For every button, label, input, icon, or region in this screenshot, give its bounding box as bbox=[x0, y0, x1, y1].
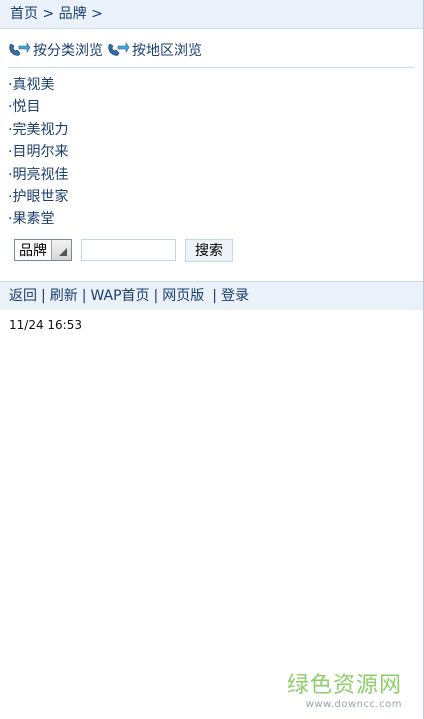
divider bbox=[8, 67, 414, 68]
list-item: ·目明尔来 bbox=[8, 141, 68, 163]
search-type-select[interactable]: 品牌 bbox=[14, 239, 72, 261]
search-input[interactable] bbox=[81, 239, 176, 261]
nav-separator: | bbox=[81, 288, 87, 304]
breadcrumb-separator: > bbox=[38, 6, 59, 22]
watermark-url: www.downcc.com bbox=[305, 699, 402, 710]
brand-link[interactable]: 完美视力 bbox=[12, 122, 68, 138]
browse-by-category-label: 按分类浏览 bbox=[33, 43, 103, 59]
web-version-link[interactable]: 网页版 bbox=[162, 288, 204, 304]
breadcrumb-current: 品牌 bbox=[58, 6, 87, 22]
back-link[interactable]: 返回 bbox=[9, 288, 37, 304]
wap-home-link[interactable]: WAP首页 bbox=[90, 288, 149, 304]
breadcrumb-separator: > bbox=[86, 6, 103, 22]
phone-arrow-icon bbox=[108, 42, 129, 56]
nav-separator: | bbox=[212, 288, 217, 304]
list-item: ·真视美 bbox=[8, 74, 68, 96]
list-item: ·完美视力 bbox=[8, 119, 68, 141]
watermark: 绿色资源网 www.downcc.com bbox=[287, 673, 402, 711]
nav-separator: | bbox=[41, 288, 46, 304]
breadcrumb: 首页 > 品牌 > bbox=[0, 0, 423, 29]
search-bar: 品牌 搜索 bbox=[14, 238, 233, 262]
dropdown-arrow-icon[interactable] bbox=[51, 240, 71, 260]
browse-by-region-link[interactable]: 按地区浏览 bbox=[107, 40, 202, 60]
bottom-nav: 返回 | 刷新 | WAP首页 | 网页版 | 登录 bbox=[0, 281, 423, 310]
brand-link[interactable]: 目明尔来 bbox=[12, 144, 68, 160]
timestamp: 11/24 16:53 bbox=[9, 318, 82, 332]
search-type-value: 品牌 bbox=[19, 243, 47, 259]
phone-arrow-icon bbox=[9, 42, 30, 56]
list-item: ·悦目 bbox=[8, 96, 68, 118]
browse-options: 按分类浏览 按地区浏览 bbox=[8, 38, 206, 62]
brand-link[interactable]: 护眼世家 bbox=[12, 189, 68, 205]
brand-link[interactable]: 明亮视佳 bbox=[12, 167, 68, 183]
refresh-link[interactable]: 刷新 bbox=[50, 288, 78, 304]
nav-separator: | bbox=[153, 288, 159, 304]
browse-by-region-label: 按地区浏览 bbox=[132, 43, 202, 59]
watermark-logo-text: 绿色资源网 bbox=[286, 673, 402, 698]
brand-link[interactable]: 果素堂 bbox=[12, 211, 54, 227]
search-button[interactable]: 搜索 bbox=[185, 238, 233, 262]
brand-link[interactable]: 悦目 bbox=[12, 99, 40, 115]
brand-link[interactable]: 真视美 bbox=[12, 77, 54, 93]
list-item: ·果素堂 bbox=[8, 208, 68, 230]
login-link[interactable]: 登录 bbox=[221, 288, 249, 304]
breadcrumb-home-link[interactable]: 首页 bbox=[10, 6, 38, 22]
list-item: ·明亮视佳 bbox=[8, 164, 68, 186]
list-item: ·护眼世家 bbox=[8, 186, 68, 208]
browse-by-category-link[interactable]: 按分类浏览 bbox=[8, 40, 103, 60]
brand-list: ·真视美 ·悦目 ·完美视力 ·目明尔来 ·明亮视佳 ·护眼世家 ·果素堂 bbox=[8, 74, 68, 231]
